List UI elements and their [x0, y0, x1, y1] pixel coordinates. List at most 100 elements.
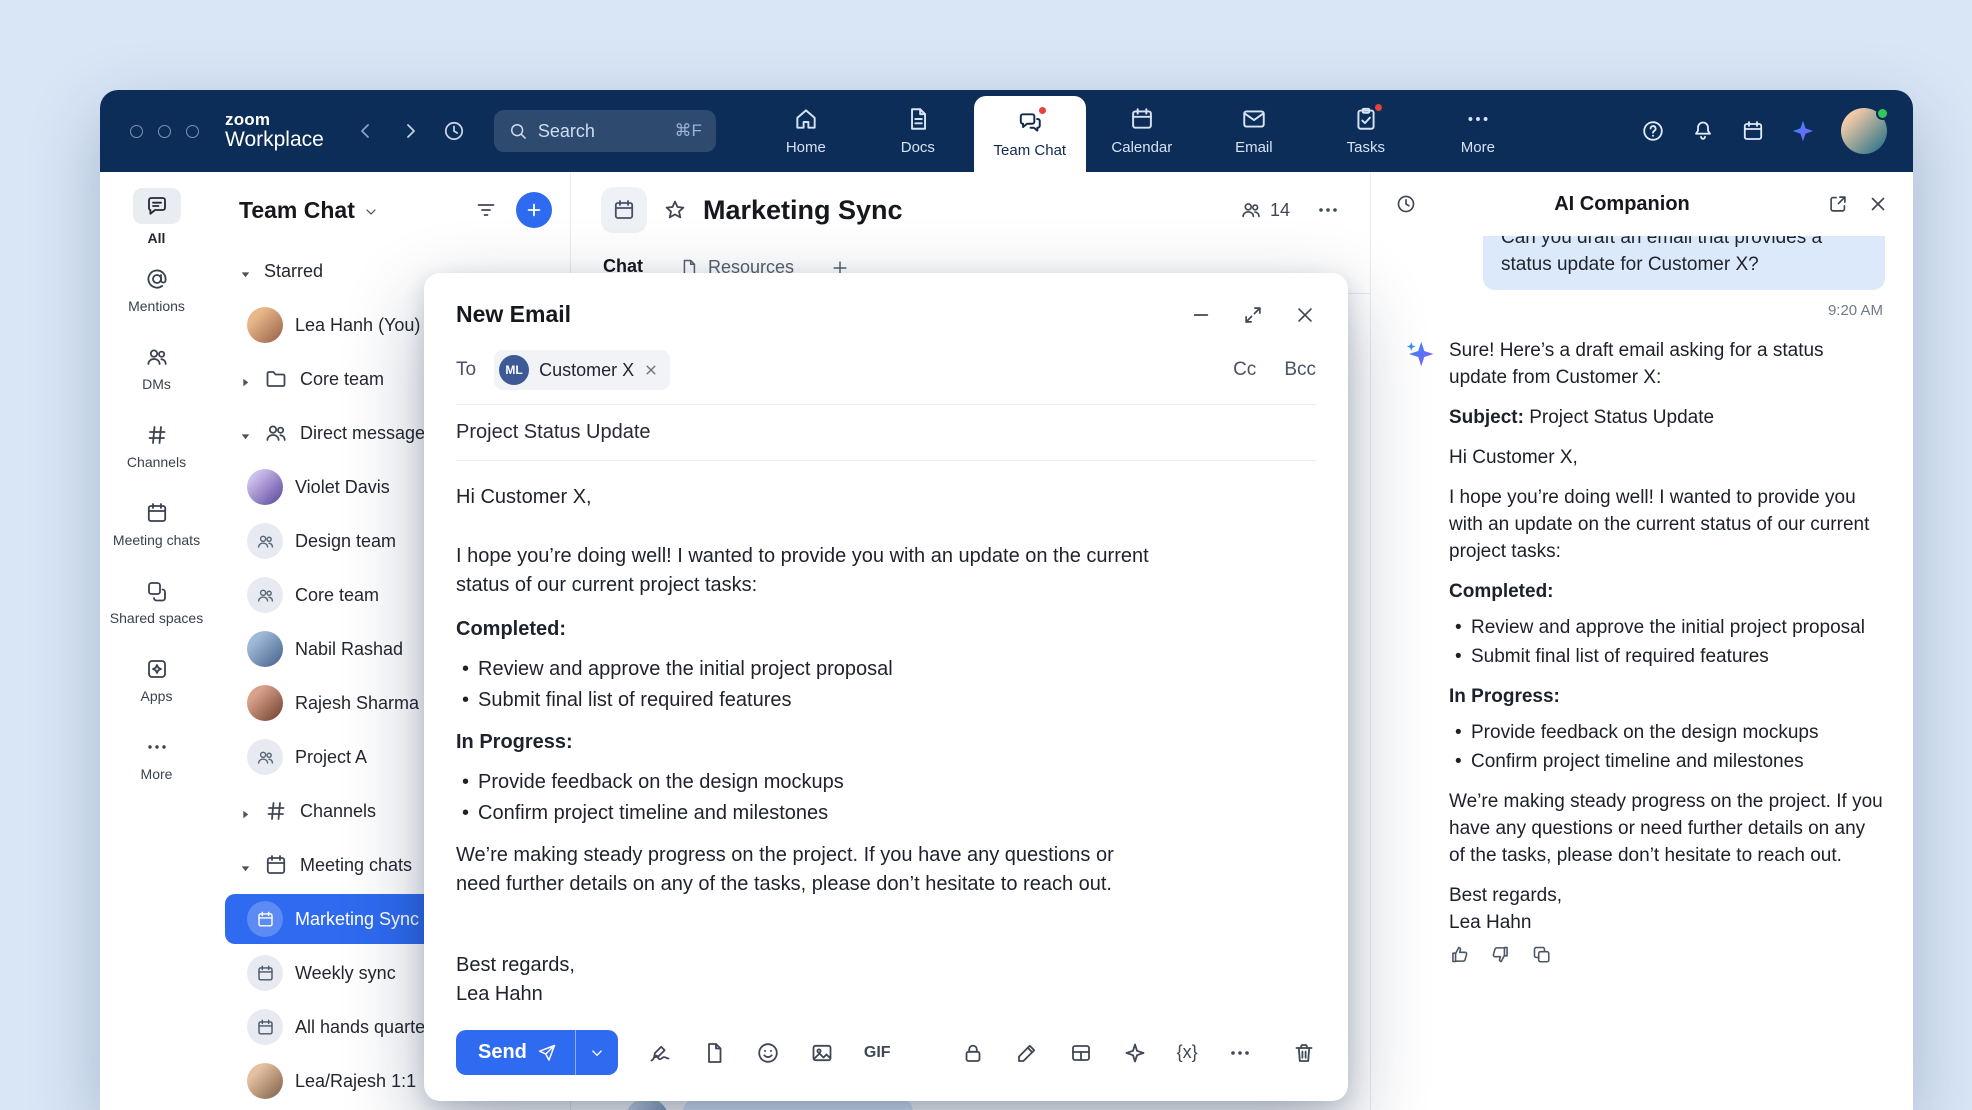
forward-button[interactable]	[398, 119, 422, 143]
chevron-down-icon	[363, 204, 379, 220]
rail-item-apps[interactable]: Apps	[100, 656, 213, 722]
gif-icon[interactable]: GIF	[864, 1044, 891, 1062]
hash-icon	[264, 799, 288, 823]
nav-email[interactable]: Email	[1198, 90, 1310, 172]
template-icon[interactable]	[1069, 1041, 1093, 1065]
window-minimize-button[interactable]	[158, 125, 171, 138]
collapse-chevron-icon[interactable]	[239, 265, 252, 278]
copy-icon[interactable]	[1531, 944, 1552, 965]
dms-icon	[144, 344, 170, 370]
lock-icon[interactable]	[961, 1041, 985, 1065]
more-options-icon[interactable]	[1228, 1041, 1252, 1065]
rail-item-dms[interactable]: DMs	[100, 344, 213, 410]
ai-history-icon[interactable]	[1395, 193, 1417, 215]
new-chat-button[interactable]	[516, 192, 552, 228]
rail-label: Channels	[127, 454, 186, 471]
sidebar-title: Team Chat	[239, 197, 355, 224]
recipient-chip[interactable]: ML Customer X	[494, 350, 670, 390]
close-icon[interactable]	[1867, 193, 1889, 215]
body-completed-list: Review and approve the initial project p…	[456, 655, 1152, 715]
rail-item-all[interactable]: All	[100, 188, 213, 254]
cc-button[interactable]: Cc	[1233, 359, 1256, 381]
rail-label: Mentions	[128, 298, 185, 315]
ai-sparkle-icon	[1405, 339, 1435, 369]
subject-field[interactable]: Project Status Update	[424, 405, 1348, 460]
help-icon[interactable]	[1641, 119, 1665, 143]
expand-chevron-icon[interactable]	[239, 373, 252, 386]
thumbs-up-icon[interactable]	[1449, 944, 1470, 965]
rail-item-shared-spaces[interactable]: Shared spaces	[100, 578, 213, 644]
search-input[interactable]: Search ⌘F	[494, 110, 716, 152]
nav-team-chat[interactable]: Team Chat	[974, 96, 1086, 172]
sparkle-icon[interactable]	[1123, 1041, 1147, 1065]
filter-icon[interactable]	[474, 198, 498, 222]
nav-more[interactable]: More	[1422, 90, 1534, 172]
to-field[interactable]: To ML Customer X Cc Bcc	[424, 342, 1348, 404]
collapse-chevron-icon[interactable]	[239, 427, 252, 440]
nav-label: Tasks	[1347, 139, 1385, 156]
email-icon	[1241, 106, 1267, 132]
notifications-icon[interactable]	[1691, 119, 1715, 143]
signature-icon[interactable]	[648, 1041, 672, 1065]
sidebar-title-dropdown[interactable]: Team Chat	[239, 197, 379, 224]
nav-tasks[interactable]: Tasks	[1310, 90, 1422, 172]
open-in-new-icon[interactable]	[1827, 193, 1849, 215]
rail-label: All	[148, 230, 166, 247]
expand-chevron-icon[interactable]	[239, 805, 252, 818]
rail-item-more[interactable]: More	[100, 734, 213, 800]
send-options-button[interactable]	[575, 1030, 618, 1075]
group-avatar-icon	[247, 739, 283, 775]
send-button[interactable]: Send	[456, 1030, 575, 1075]
emoji-icon[interactable]	[756, 1041, 780, 1065]
close-icon[interactable]	[1294, 304, 1316, 326]
team-chat-icon	[1017, 109, 1043, 135]
image-icon[interactable]	[810, 1041, 834, 1065]
nav-label: Calendar	[1111, 139, 1172, 156]
people-icon	[264, 421, 288, 445]
chevron-down-icon	[588, 1044, 606, 1062]
window-zoom-button[interactable]	[186, 125, 199, 138]
thumbs-down-icon[interactable]	[1490, 944, 1511, 965]
modal-title: New Email	[456, 301, 1190, 328]
schedule-icon[interactable]	[1741, 119, 1765, 143]
delete-icon[interactable]	[1292, 1041, 1316, 1065]
remove-recipient-icon[interactable]	[644, 363, 658, 377]
attach-file-icon[interactable]	[702, 1041, 726, 1065]
variables-icon[interactable]: {x}	[1177, 1042, 1198, 1063]
member-count[interactable]: 14	[1240, 199, 1290, 221]
meeting-chat-icon	[247, 901, 283, 937]
window-close-button[interactable]	[130, 125, 143, 138]
unread-dot	[1037, 105, 1048, 116]
rail-item-mentions[interactable]: Mentions	[100, 266, 213, 332]
star-icon[interactable]	[663, 198, 687, 222]
minimize-icon[interactable]	[1190, 304, 1212, 326]
edit-icon[interactable]	[1015, 1041, 1039, 1065]
back-button[interactable]	[354, 119, 378, 143]
nav-label: Docs	[901, 139, 935, 156]
chat-more-icon[interactable]	[1316, 198, 1340, 222]
ai-companion-icon[interactable]	[1791, 119, 1815, 143]
ai-companion-panel: AI Companion Can you draft an email that…	[1370, 172, 1913, 1110]
rail-label: Shared spaces	[110, 610, 203, 627]
topbar: zoom Workplace Search ⌘F Home	[100, 90, 1913, 172]
ai-feedback-bar	[1449, 944, 1885, 965]
body-intro: I hope you’re doing well! I wanted to pr…	[456, 542, 1152, 600]
nav-calendar[interactable]: Calendar	[1086, 90, 1198, 172]
window-controls	[130, 125, 199, 138]
compose-toolbar: Send GIF {x}	[424, 1030, 1348, 1101]
tasks-icon	[1353, 106, 1379, 132]
collapse-chevron-icon[interactable]	[239, 859, 252, 872]
new-email-modal: New Email To ML Customer X Cc Bcc Projec…	[424, 273, 1348, 1101]
nav-home[interactable]: Home	[750, 90, 862, 172]
ai-completed-heading: Completed:	[1449, 578, 1885, 605]
bcc-button[interactable]: Bcc	[1284, 359, 1316, 381]
rail-item-meeting-chats[interactable]: Meeting chats	[100, 500, 213, 566]
user-avatar[interactable]	[1841, 108, 1887, 154]
rail-item-channels[interactable]: Channels	[100, 422, 213, 488]
history-icon[interactable]	[442, 119, 466, 143]
email-body-editor[interactable]: Hi Customer X, I hope you’re doing well!…	[424, 461, 1184, 1030]
mentions-icon	[144, 266, 170, 292]
nav-docs[interactable]: Docs	[862, 90, 974, 172]
body-greeting: Hi Customer X,	[456, 483, 1152, 512]
expand-icon[interactable]	[1242, 304, 1264, 326]
